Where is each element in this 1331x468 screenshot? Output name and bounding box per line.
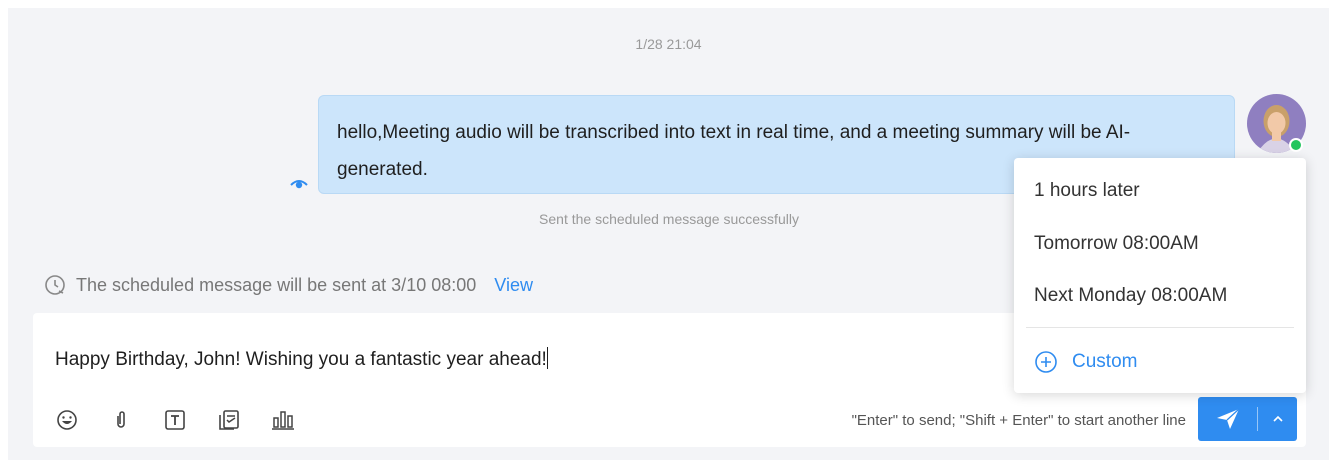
- composer-toolbar: [53, 405, 323, 435]
- text-caret: [546, 347, 548, 369]
- send-hint-text: "Enter" to send; "Shift + Enter" to star…: [851, 412, 1186, 429]
- online-status-indicator: [1289, 138, 1303, 152]
- poll-icon[interactable]: [269, 406, 297, 434]
- send-button-group: [1198, 397, 1297, 441]
- scheduled-notice-text: The scheduled message will be sent at 3/…: [76, 274, 477, 295]
- message-input[interactable]: Happy Birthday, John! Wishing you a fant…: [55, 347, 548, 371]
- send-button[interactable]: [1198, 397, 1257, 441]
- attachment-icon[interactable]: [107, 406, 135, 434]
- schedule-option-1-hour[interactable]: 1 hours later: [1034, 180, 1140, 202]
- schedule-option-next-monday[interactable]: Next Monday 08:00AM: [1034, 285, 1227, 307]
- emoji-icon[interactable]: [53, 406, 81, 434]
- schedule-send-menu: 1 hours later Tomorrow 08:00AM Next Mond…: [1014, 158, 1306, 393]
- menu-divider: [1026, 327, 1294, 328]
- message-timestamp: 1/28 21:04: [635, 36, 702, 52]
- scheduled-notice: The scheduled message will be sent at 3/…: [44, 272, 533, 298]
- view-scheduled-link[interactable]: View: [494, 275, 533, 296]
- schedule-option-tomorrow[interactable]: Tomorrow 08:00AM: [1034, 233, 1199, 255]
- sent-status-text: Sent the scheduled message successfully: [539, 211, 799, 227]
- chat-panel: 1/28 21:04 hello,Meeting audio will be t…: [8, 8, 1329, 460]
- send-icon: [1216, 408, 1239, 429]
- schedule-option-custom[interactable]: Custom: [1034, 350, 1137, 374]
- plus-circle-icon: [1035, 351, 1057, 373]
- text-format-icon[interactable]: [161, 406, 189, 434]
- schedule-clock-icon: [45, 275, 65, 295]
- task-icon[interactable]: [215, 406, 243, 434]
- schedule-send-toggle[interactable]: [1258, 397, 1297, 441]
- custom-option-label: Custom: [1072, 351, 1138, 372]
- chevron-up-icon: [1272, 415, 1283, 422]
- message-input-text: Happy Birthday, John! Wishing you a fant…: [55, 349, 547, 370]
- read-receipt-icon: [290, 180, 308, 189]
